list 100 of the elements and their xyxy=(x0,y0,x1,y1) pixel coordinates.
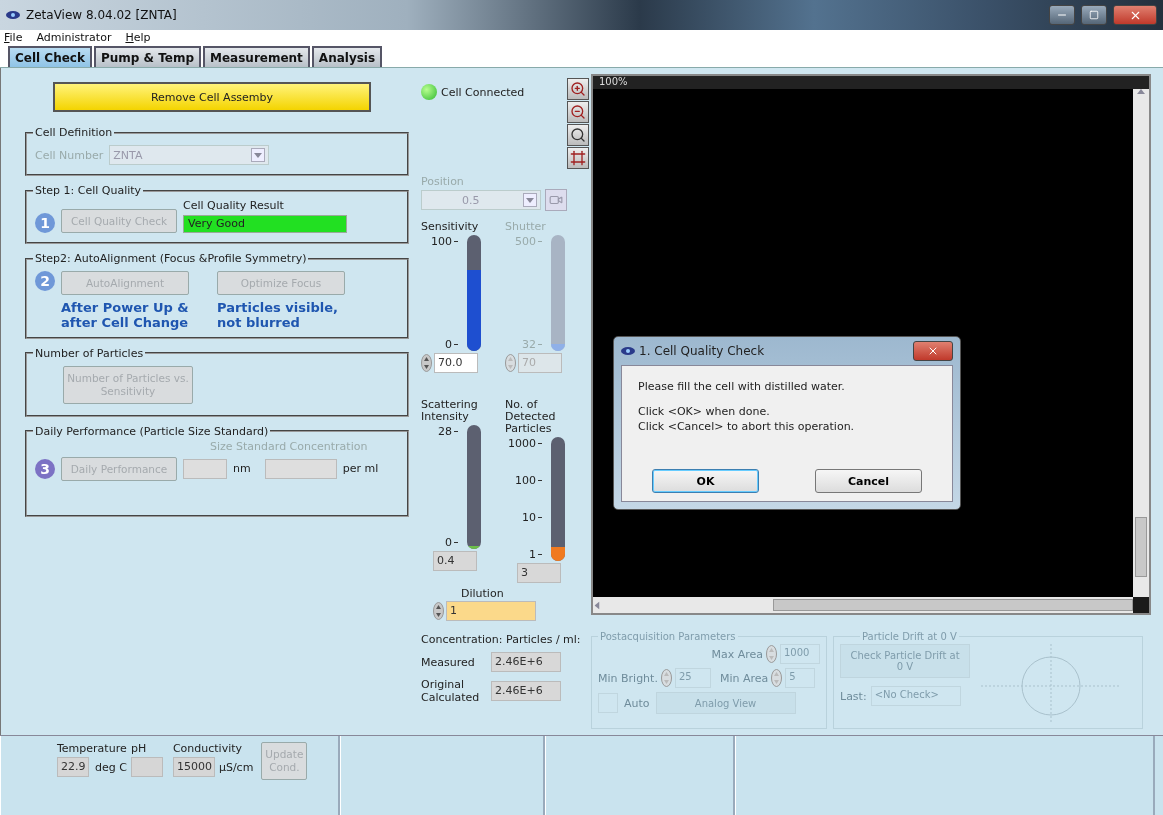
tab[interactable]: Pump & Temp xyxy=(93,46,201,67)
field-label: Position xyxy=(421,175,464,188)
input-field[interactable] xyxy=(264,458,337,479)
step-badge: 1 xyxy=(35,213,55,233)
remove-cell-button[interactable]: Remove Cell Assemby xyxy=(53,82,371,112)
close-button[interactable] xyxy=(1113,5,1157,25)
scale-label: 500 xyxy=(515,235,542,249)
section-title: Concentration: Particles / ml: xyxy=(421,633,581,647)
scale-label: 1000 xyxy=(508,437,542,451)
input-field[interactable]: 1000 xyxy=(780,644,820,664)
unit-label: µS/cm xyxy=(218,760,254,774)
scale-label: 28 xyxy=(438,425,458,439)
value-readout: 22.9 xyxy=(57,757,89,777)
step-badge: 3 xyxy=(35,458,55,479)
zoom-in-button[interactable] xyxy=(567,78,589,100)
menu-item[interactable]: Help xyxy=(125,30,151,44)
scale-label: 32 xyxy=(522,338,542,352)
group-title: Postacquisition Parameters xyxy=(599,631,737,642)
zoom-out-button[interactable] xyxy=(567,101,589,123)
status-label: Cell Connected xyxy=(441,85,525,99)
vertical-scrollbar[interactable] xyxy=(1133,89,1149,597)
field-label: Min Bright. xyxy=(598,671,658,685)
scroll-thumb[interactable] xyxy=(1135,517,1147,577)
analog-view-button[interactable]: Analog View xyxy=(655,692,796,714)
dialog-message: Click <Cancel> to abort this operation. xyxy=(638,420,856,433)
maximize-icon xyxy=(1089,10,1099,20)
input-field[interactable]: 25 xyxy=(674,668,711,688)
maximize-button[interactable] xyxy=(1081,5,1107,25)
menu-item[interactable]: Administrator xyxy=(36,30,112,44)
zoom-out-icon xyxy=(570,104,586,120)
field-label: Dilution xyxy=(461,587,504,601)
dilution-field[interactable]: 1 xyxy=(446,601,536,622)
scale-label: 100 xyxy=(515,474,542,488)
input-field[interactable] xyxy=(183,458,227,479)
horizontal-scrollbar[interactable] xyxy=(593,597,1133,613)
value-readout: 15000 xyxy=(172,757,215,777)
spin-arrows-icon[interactable] xyxy=(433,602,444,621)
menu-item[interactable]: File xyxy=(4,30,23,44)
minimize-button[interactable] xyxy=(1049,5,1075,25)
field-label: pH xyxy=(130,742,147,755)
field-label: Max Area xyxy=(711,647,763,661)
field-label: Conductivity xyxy=(172,742,243,755)
meter-label: Shutter xyxy=(505,221,547,234)
caret-icon xyxy=(594,601,600,609)
group-title: Cell Definition xyxy=(34,126,114,139)
close-button[interactable] xyxy=(913,341,953,361)
hint-text: Particles visible, not blurred xyxy=(217,301,338,331)
dialog-button[interactable]: OK xyxy=(652,469,759,493)
search-icon xyxy=(570,127,586,143)
eye-icon xyxy=(6,10,20,20)
meter-track[interactable] xyxy=(551,437,565,562)
value-readout: 3 xyxy=(517,563,561,584)
scroll-thumb[interactable] xyxy=(773,599,1133,611)
group-title: Step2: AutoAlignment (Focus &Profile Symmetry) xyxy=(34,252,308,265)
check-drift-button[interactable]: Check Particle Drift at 0 V xyxy=(840,644,970,678)
field-label: Original Calculated xyxy=(421,678,481,705)
value-readout: 2.46E+6 xyxy=(491,652,561,673)
checkbox-label: Auto xyxy=(624,696,650,710)
field-label: Measured xyxy=(421,655,476,669)
scale-label: 100 xyxy=(431,235,458,249)
meter-label: Sensitivity xyxy=(421,221,480,234)
eye-icon xyxy=(621,346,635,356)
caret-icon xyxy=(254,152,263,158)
result-field: Very Good xyxy=(183,215,347,233)
tab[interactable]: Cell Check xyxy=(8,46,92,67)
meter-track[interactable] xyxy=(467,235,481,352)
close-icon xyxy=(927,345,939,357)
field-label: Last: xyxy=(840,689,867,703)
dialog-message: Click <OK> when done. xyxy=(638,405,771,418)
video-camera-icon xyxy=(549,193,563,207)
value-field[interactable]: 70.0 xyxy=(434,353,478,374)
tab[interactable]: Analysis xyxy=(311,46,383,67)
group-title: Particle Drift at 0 V xyxy=(861,631,958,642)
dialog-title: 1. Cell Quality Check xyxy=(639,344,766,358)
zoom-label: 100% xyxy=(593,76,1149,89)
fit-frame-button[interactable] xyxy=(567,147,589,169)
group-title: Number of Particles xyxy=(34,346,145,360)
tab[interactable]: Measurement xyxy=(203,46,310,67)
field-label: Size Standard Concentration xyxy=(210,439,369,453)
status-field: <No Check> xyxy=(870,686,961,706)
meter-track[interactable] xyxy=(467,425,481,550)
hint-text: After Power Up & after Cell Change xyxy=(61,301,189,331)
scale-label: 1 xyxy=(529,548,542,562)
scale-label: 10 xyxy=(522,511,542,525)
unit-label: nm xyxy=(233,462,251,476)
zoom-reset-button[interactable] xyxy=(567,124,589,146)
caret-icon xyxy=(526,197,534,203)
spin-arrows-icon[interactable] xyxy=(421,354,432,373)
group-title: Daily Performance (Particle Size Standard) xyxy=(34,424,270,438)
unit-label: deg C xyxy=(95,760,127,774)
input-field[interactable]: 5 xyxy=(785,668,816,688)
result-label: Cell Quality Result xyxy=(183,199,284,212)
dialog-button[interactable]: Cancel xyxy=(815,469,922,493)
field-label: Min Area xyxy=(719,671,769,685)
dialog-message: Please fill the cell with distilled water. xyxy=(638,380,846,393)
scale-label: 0 xyxy=(445,338,458,352)
meter-label: No. of Detected Particles xyxy=(505,399,557,436)
step-badge: 2 xyxy=(35,271,55,291)
value-readout: 2.46E+6 xyxy=(491,681,561,702)
window-title: ZetaView 8.04.02 [ZNTA] xyxy=(26,8,178,22)
